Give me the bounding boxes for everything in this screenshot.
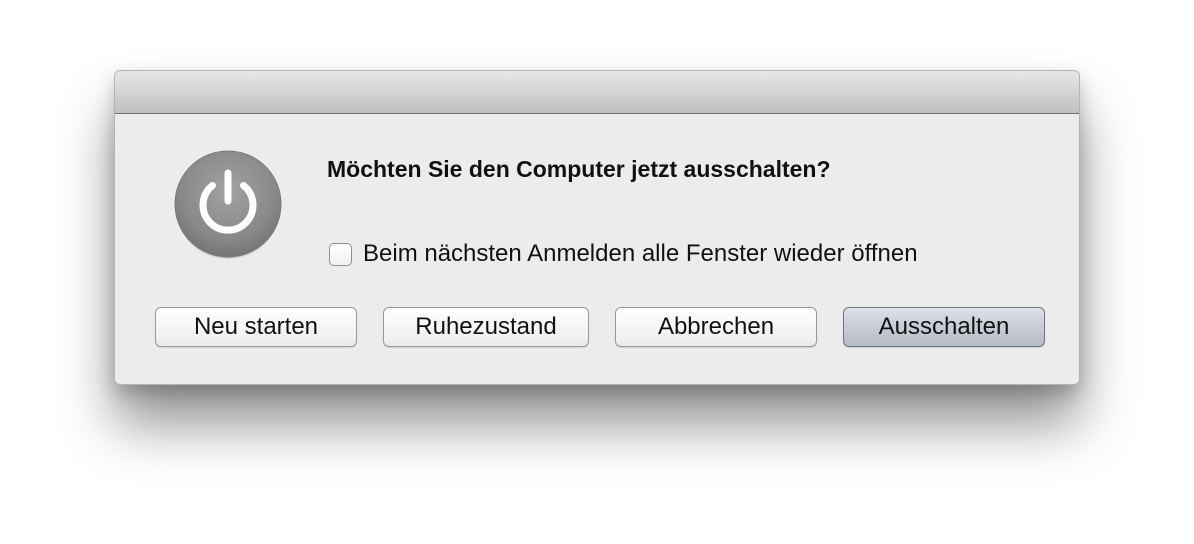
reopen-windows-label[interactable]: Beim nächsten Anmelden alle Fenster wied… bbox=[363, 240, 918, 268]
reopen-windows-checkbox[interactable] bbox=[329, 242, 352, 266]
dialog-message: Möchten Sie den Computer jetzt ausschalt… bbox=[327, 156, 831, 182]
dialog-titlebar[interactable] bbox=[115, 71, 1079, 114]
screen: Möchten Sie den Computer jetzt ausschalt… bbox=[0, 0, 1194, 544]
power-icon bbox=[174, 150, 282, 259]
shutdown-button[interactable]: Ausschalten bbox=[843, 307, 1045, 347]
sleep-button[interactable]: Ruhezustand bbox=[383, 307, 589, 347]
shutdown-dialog: Möchten Sie den Computer jetzt ausschalt… bbox=[114, 70, 1080, 385]
reopen-windows-option[interactable]: Beim nächsten Anmelden alle Fenster wied… bbox=[329, 240, 918, 268]
cancel-button[interactable]: Abbrechen bbox=[615, 307, 817, 347]
restart-button[interactable]: Neu starten bbox=[155, 307, 357, 347]
